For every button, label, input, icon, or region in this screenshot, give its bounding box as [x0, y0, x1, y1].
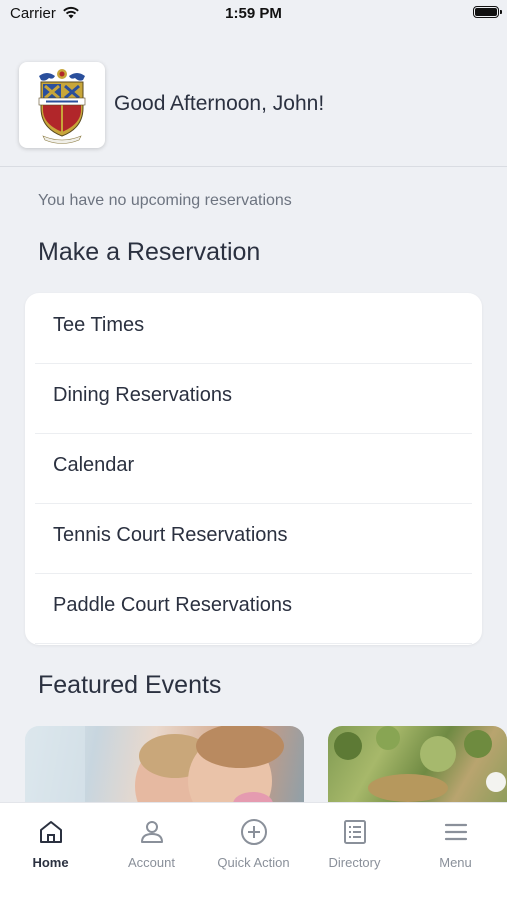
featured-event-card[interactable] [25, 726, 304, 806]
tab-quick-action[interactable]: Quick Action [203, 817, 304, 870]
reservation-list: Tee Times Dining Reservations Calendar T… [25, 293, 482, 645]
reservation-item-dining[interactable]: Dining Reservations [35, 363, 472, 434]
tab-account[interactable]: Account [101, 817, 202, 870]
tab-label: Quick Action [217, 855, 290, 870]
club-crest-icon [38, 69, 86, 144]
bottom-tab-bar: Home Account Quick Action Directory Menu [0, 802, 507, 901]
reservation-item-label: Tee Times [53, 314, 145, 336]
reservation-item-tennis[interactable]: Tennis Court Reservations [35, 503, 472, 574]
featured-event-card[interactable] [328, 726, 507, 806]
tab-menu[interactable]: Menu [405, 817, 506, 870]
home-icon [39, 821, 62, 843]
reservation-item-tee-times[interactable]: Tee Times [35, 293, 472, 364]
home-header: Good Afternoon, John! [0, 58, 507, 167]
greeting-text: Good Afternoon, John! [114, 92, 325, 115]
no-reservations-text: You have no upcoming reservations [38, 192, 292, 209]
club-logo[interactable] [19, 62, 105, 148]
event-photo [334, 726, 506, 802]
reservation-item-label: Dining Reservations [53, 384, 232, 406]
tab-home[interactable]: Home [0, 817, 101, 870]
plus-circle-icon [240, 819, 267, 845]
status-bar: Carrier 1:59 PM [0, 0, 507, 28]
battery-icon [473, 6, 502, 18]
tab-label: Home [32, 855, 69, 870]
event-photo [25, 726, 284, 806]
hamburger-icon [444, 823, 467, 841]
tab-label: Menu [439, 855, 472, 870]
list-icon [343, 820, 366, 844]
reservation-item-label: Tennis Court Reservations [53, 524, 288, 546]
person-icon [140, 821, 163, 843]
reservation-item-calendar[interactable]: Calendar [35, 433, 472, 504]
featured-events-heading: Featured Events [38, 671, 222, 699]
tab-directory[interactable]: Directory [304, 817, 405, 870]
reservation-item-label: Calendar [53, 454, 135, 476]
status-time: 1:59 PM [225, 5, 282, 22]
tab-label: Account [128, 855, 175, 870]
reservation-item-label: Paddle Court Reservations [53, 594, 293, 616]
reservation-item-paddle[interactable]: Paddle Court Reservations [35, 573, 472, 644]
make-reservation-heading: Make a Reservation [38, 238, 261, 266]
tab-label: Directory [328, 855, 381, 870]
